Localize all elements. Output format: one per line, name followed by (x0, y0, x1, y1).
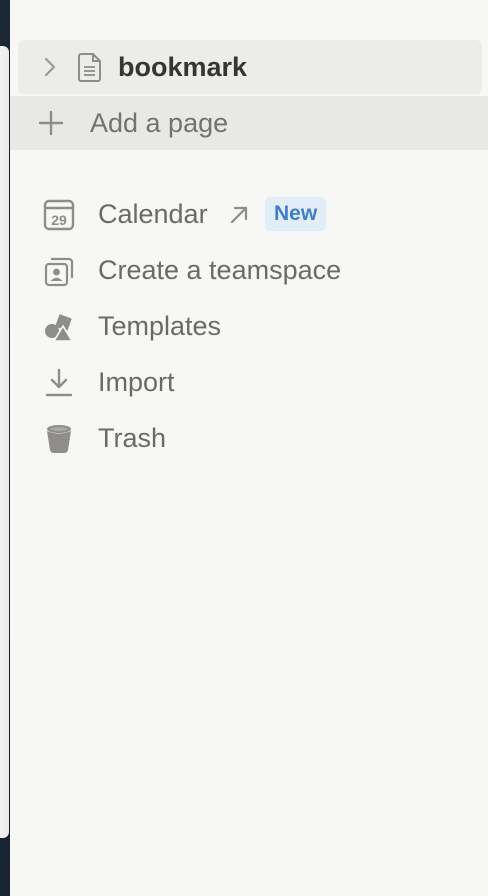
calendar-label: Calendar (98, 199, 208, 229)
sidebar-item-templates[interactable]: Templates (10, 300, 488, 352)
calendar-date-text: 29 (51, 212, 67, 228)
shapes-icon (45, 314, 74, 342)
add-page-label: Add a page (90, 108, 229, 138)
sidebar-page-bookmark[interactable]: bookmark (18, 40, 482, 94)
create-teamspace-label: Create a teamspace (98, 255, 342, 285)
sidebar-item-create-teamspace[interactable]: Create a teamspace (10, 244, 488, 296)
import-label: Import (98, 367, 175, 397)
calendar-icon: 29 (43, 199, 75, 231)
page-title: bookmark (118, 52, 248, 82)
plus-icon (38, 110, 64, 136)
sidebar-item-calendar[interactable]: 29 Calendar New (10, 188, 488, 240)
trash-icon (47, 425, 71, 453)
teamspace-icon (44, 257, 74, 287)
document-icon (78, 53, 101, 82)
templates-label: Templates (98, 311, 222, 341)
arrow-up-right-icon (230, 206, 248, 224)
download-icon (45, 368, 73, 397)
sidebar-item-trash[interactable]: Trash (10, 412, 488, 464)
new-badge: New (265, 197, 327, 231)
add-page-button[interactable]: Add a page (10, 96, 488, 150)
trash-label: Trash (98, 423, 167, 453)
chevron-right-icon[interactable] (40, 56, 60, 78)
sidebar: bookmark Add a page 29 Calendar New Crea… (10, 0, 488, 896)
background-window-edge (0, 46, 9, 838)
sidebar-item-import[interactable]: Import (10, 356, 488, 408)
